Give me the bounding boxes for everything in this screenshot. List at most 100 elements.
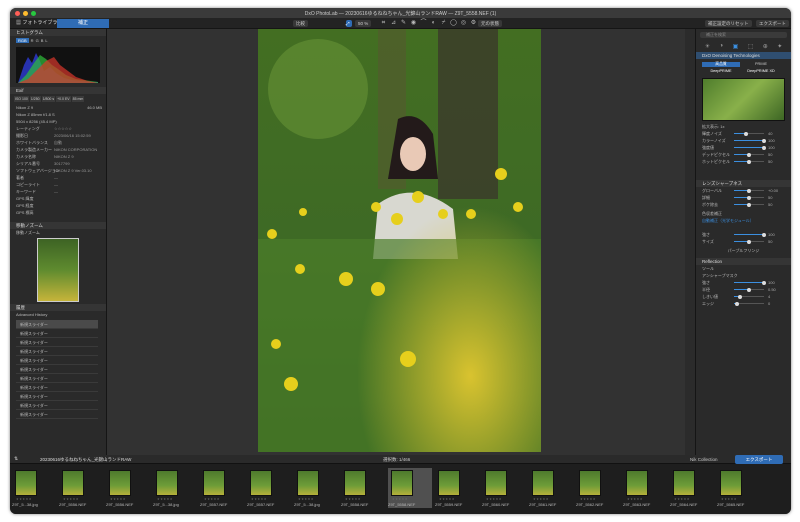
rating-stars[interactable]: ★★★★★ (627, 497, 643, 501)
local-icon[interactable]: ⊕ (763, 43, 768, 50)
slider-knob[interactable] (738, 294, 742, 299)
slider-value[interactable]: 100 (768, 231, 775, 238)
histogram-mode-r[interactable]: R (31, 38, 34, 43)
gradient-icon[interactable]: ◐ (430, 20, 437, 27)
detail-icon[interactable]: ▣ (733, 43, 739, 50)
eye-icon[interactable]: ◎ (460, 20, 467, 27)
rating-stars[interactable]: ★★★★★ (486, 497, 502, 501)
history-item[interactable]: 新規スライダー (16, 410, 98, 419)
histogram-mode-g[interactable]: G (36, 38, 39, 43)
slider-value[interactable]: 50 (768, 201, 772, 208)
slider[interactable]: 詳細 50 (702, 194, 791, 201)
metadata-value[interactable]: — (54, 188, 58, 195)
purple-fringe[interactable]: パープルフリンジ (696, 247, 791, 254)
slider[interactable]: 半径 0.50 (702, 286, 791, 293)
slider-track[interactable] (734, 145, 766, 150)
thumbnail[interactable]: ★★★★★ Z9T_5557.NEF (247, 468, 291, 508)
gear-icon[interactable]: ⚙ (470, 20, 477, 27)
histogram-header[interactable]: ヒストグラム (10, 29, 106, 36)
rating-stars[interactable]: ★★★★★ (580, 497, 596, 501)
redeye-icon[interactable]: ◉ (410, 20, 417, 27)
rating-stars[interactable]: ★★★★★ (345, 497, 361, 501)
rating-stars[interactable]: ★★★★★ (110, 497, 126, 501)
thumbnail[interactable]: ★★★★★ Z9T_5563.NEF (623, 468, 667, 508)
rating-stars[interactable]: ★★★★★ (157, 497, 173, 501)
thumbnail[interactable]: ★★★★★ Z9T_5561.NEF (529, 468, 573, 508)
metadata-value[interactable]: NIKON CORPORATION (54, 146, 97, 153)
compare-button[interactable]: 比較 (293, 20, 308, 27)
slider[interactable]: デッドピクセル 50 (702, 151, 791, 158)
slider[interactable]: 強さ 100 (702, 231, 791, 238)
slider[interactable]: サイズ 50 (702, 238, 791, 245)
tab-customize[interactable]: 補正 (57, 19, 109, 28)
slider-value[interactable]: 100 (768, 279, 775, 286)
slider-track[interactable] (734, 131, 764, 136)
rating-stars[interactable]: ★★★★★ (298, 497, 314, 501)
slider-track[interactable] (734, 280, 766, 285)
slider[interactable]: しきい値 4 (702, 293, 791, 300)
mode-deepprime-xd[interactable]: DeepPRIME XD (742, 69, 780, 73)
thumbnail[interactable]: ★★★★★ Z9T_5...38.jpg (153, 468, 197, 508)
metadata-value[interactable]: ☆☆☆☆☆ (54, 125, 72, 132)
metadata-value[interactable]: 自動 (54, 139, 62, 146)
slider[interactable]: 強度値 100 (702, 144, 791, 151)
slider-knob[interactable] (762, 232, 766, 237)
thumbnail[interactable]: ★★★★★ Z9T_5558.NEF (341, 468, 385, 508)
rating-stars[interactable]: ★★★★★ (674, 497, 690, 501)
metadata-value[interactable]: — (54, 174, 58, 181)
slider-value[interactable]: 50 (768, 151, 772, 158)
original-button[interactable]: 元の状態 (478, 20, 502, 27)
slider-track[interactable] (734, 301, 764, 306)
slider-knob[interactable] (762, 145, 766, 150)
thumbnail[interactable]: ★★★★★ Z9T_5559.NEF (435, 468, 479, 508)
slider-value[interactable]: 40 (768, 130, 772, 137)
zoom-select[interactable]: 50 % (355, 20, 372, 27)
rating-stars[interactable]: ★★★★★ (63, 497, 79, 501)
slider-knob[interactable] (747, 195, 751, 200)
search-input[interactable]: 補正を検索 (700, 32, 787, 38)
rating-stars[interactable]: ★★★★★ (204, 497, 220, 501)
history-item[interactable]: 新規スライダー (16, 338, 98, 347)
folder-path[interactable]: 20230616ゆるねねちゃん_光錦山ランドRAW (40, 455, 131, 464)
fit-icon[interactable]: ⤢ (346, 20, 352, 27)
slider-track[interactable] (734, 195, 764, 200)
slider-track[interactable] (734, 239, 764, 244)
slider-value[interactable]: 4 (768, 293, 770, 300)
thumbnail[interactable]: ★★★★★ Z9T_5558.NEF (388, 468, 432, 508)
rating-stars[interactable]: ★★★★★ (533, 497, 549, 501)
geometry-icon[interactable]: ⬚ (748, 43, 754, 50)
distortion-auto[interactable]: 自動補正（光学モジュール） (696, 217, 791, 224)
slider-track[interactable] (734, 152, 764, 157)
rating-stars[interactable]: ★★★★★ (16, 497, 32, 501)
navigator-header[interactable]: 移動ノズーム (10, 222, 106, 229)
slider[interactable]: ボケ除去 50 (702, 201, 791, 208)
export-menu-button[interactable]: エクスポート (756, 20, 789, 27)
thumbnail[interactable]: ★★★★★ Z9T_5556.NEF (59, 468, 103, 508)
crop-icon[interactable]: ⌗ (380, 20, 387, 27)
metadata-value[interactable]: — (54, 181, 58, 188)
main-photo[interactable] (258, 29, 541, 452)
slider[interactable]: 強さ 100 (702, 279, 791, 286)
slider-track[interactable] (734, 294, 764, 299)
export-button[interactable]: エクスポート (735, 455, 783, 464)
mode-prime[interactable]: PRIME (742, 62, 780, 67)
slider-value[interactable]: 100 (768, 137, 775, 144)
thumbnail[interactable]: ★★★★★ Z9T_5557.NEF (200, 468, 244, 508)
slider-value[interactable]: 50 (768, 158, 772, 165)
metadata-value[interactable]: NIKON Z 9 Ver.03.10 (54, 167, 92, 174)
slider-track[interactable] (734, 188, 764, 193)
histogram-mode-b[interactable]: B (41, 38, 44, 43)
thumbnail[interactable]: ★★★★★ Z9T_5...38.jpg (294, 468, 338, 508)
slider-knob[interactable] (747, 202, 751, 207)
rating-stars[interactable]: ★★★★★ (392, 497, 408, 501)
history-item[interactable]: 新規スライダー (16, 374, 98, 383)
mode-hq[interactable]: 高品質 (702, 62, 740, 67)
local-adjust-icon[interactable]: ⌒ (420, 20, 427, 27)
thumbnail[interactable]: ★★★★★ Z9T_5...38.jpg (12, 468, 56, 508)
history-item[interactable]: 新規スライダー (16, 365, 98, 374)
straighten-icon[interactable]: ⊿ (390, 20, 397, 27)
reset-button[interactable]: 補正設定のリセット (705, 20, 752, 27)
history-item[interactable]: 新規スライダー (16, 392, 98, 401)
slider-knob[interactable] (762, 138, 766, 143)
slider-value[interactable]: +0.00 (768, 187, 778, 194)
